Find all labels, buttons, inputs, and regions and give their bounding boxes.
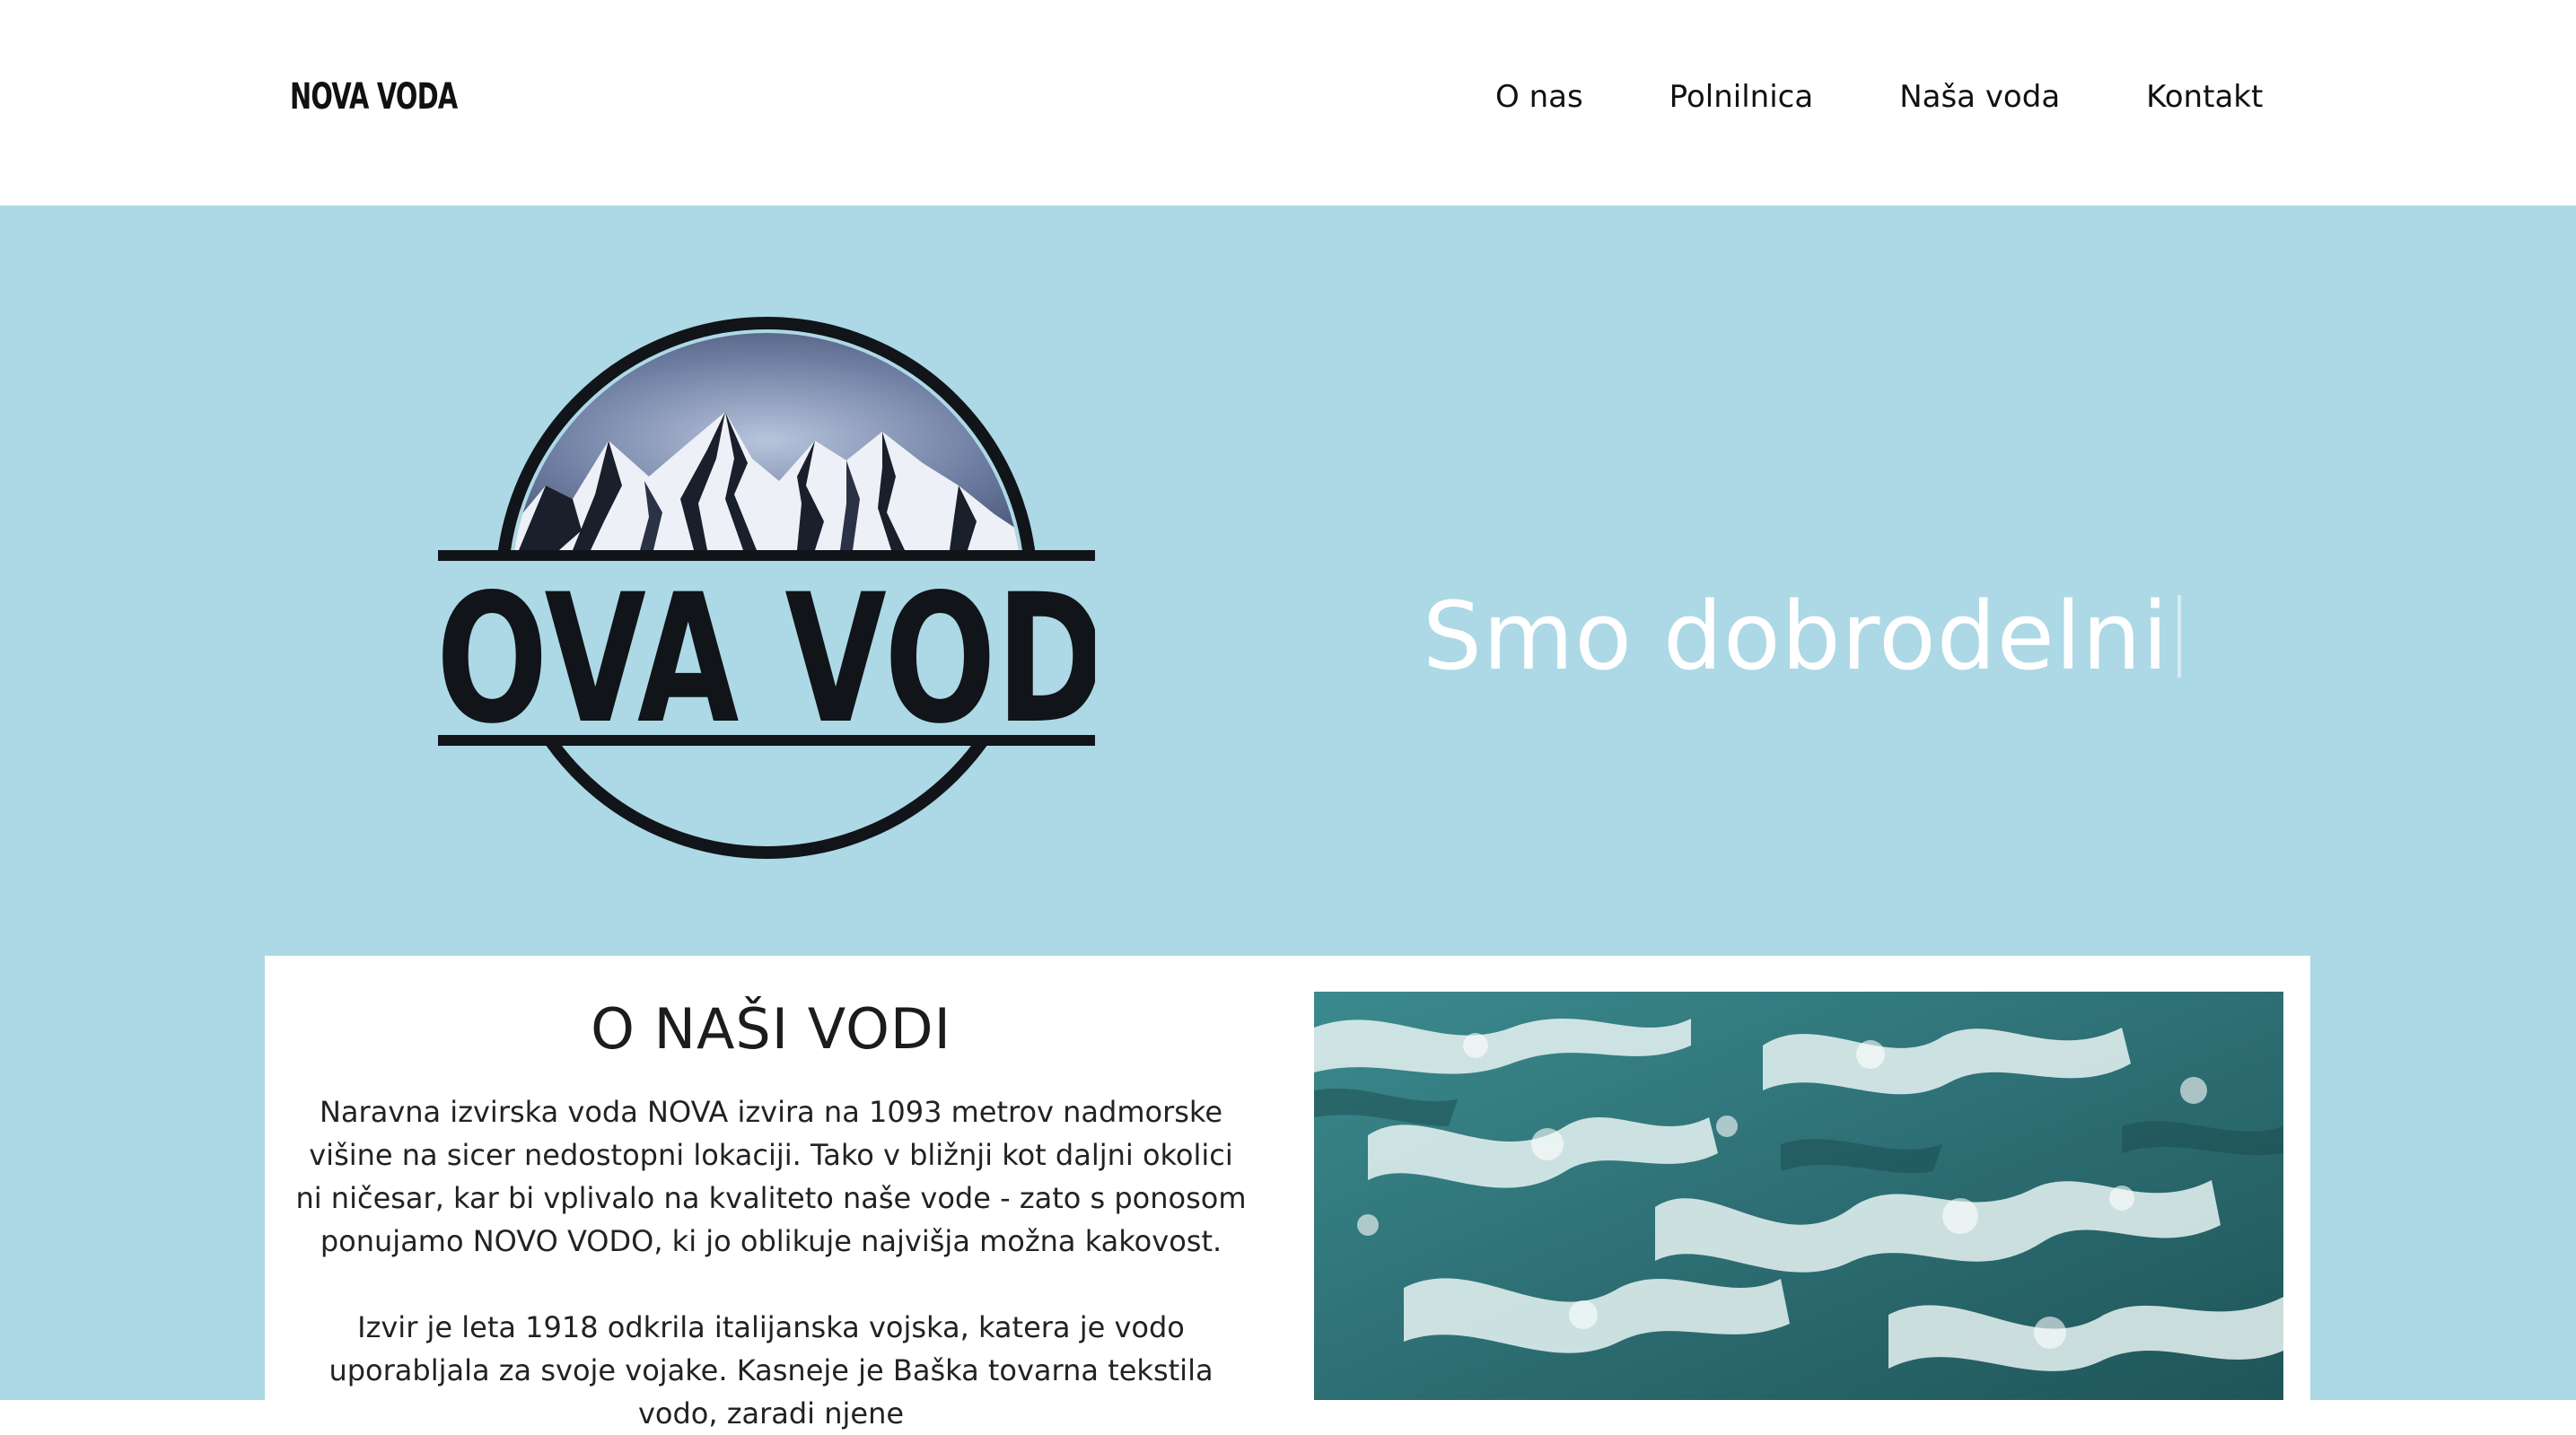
- water-photo: [1314, 992, 2283, 1400]
- about-title: O NAŠI VODI: [591, 996, 951, 1062]
- hero-tagline: Smo dobrodelni: [1423, 582, 2182, 691]
- site-header: NOVA VODA O nas Polnilnica Naša voda Kon…: [0, 0, 2576, 206]
- about-paragraph-2: Izvir je leta 1918 odkrila italijanska v…: [329, 1310, 1214, 1431]
- logo-wordmark: NOVA VODA: [438, 556, 1095, 764]
- about-text-column: O NAŠI VODI Naravna izvirska voda NOVA i…: [292, 992, 1250, 1435]
- main-nav: O nas Polnilnica Naša voda Kontakt: [1495, 75, 2263, 118]
- hero-tagline-text: Smo dobrodelni: [1423, 582, 2169, 691]
- nav-item-nasa-voda[interactable]: Naša voda: [1899, 79, 2060, 115]
- mountain-emblem-icon: NOVA VODA: [438, 317, 1095, 859]
- nova-voda-emblem-logo: NOVA VODA: [438, 306, 1095, 870]
- rushing-water-icon: [1314, 992, 2283, 1400]
- typing-cursor: [2177, 595, 2182, 678]
- nav-item-kontakt[interactable]: Kontakt: [2146, 79, 2263, 115]
- about-card: O NAŠI VODI Naravna izvirska voda NOVA i…: [265, 956, 2310, 1431]
- nav-item-o-nas[interactable]: O nas: [1495, 79, 1583, 115]
- brand-logo-text[interactable]: NOVA VODA: [290, 75, 458, 118]
- hero-section: NOVA VODA Smo dobrodelni O NAŠI VODI Nar…: [0, 206, 2576, 1431]
- about-paragraph-1: Naravna izvirska voda NOVA izvira na 109…: [295, 1095, 1247, 1258]
- nav-item-polnilnica[interactable]: Polnilnica: [1669, 79, 1814, 115]
